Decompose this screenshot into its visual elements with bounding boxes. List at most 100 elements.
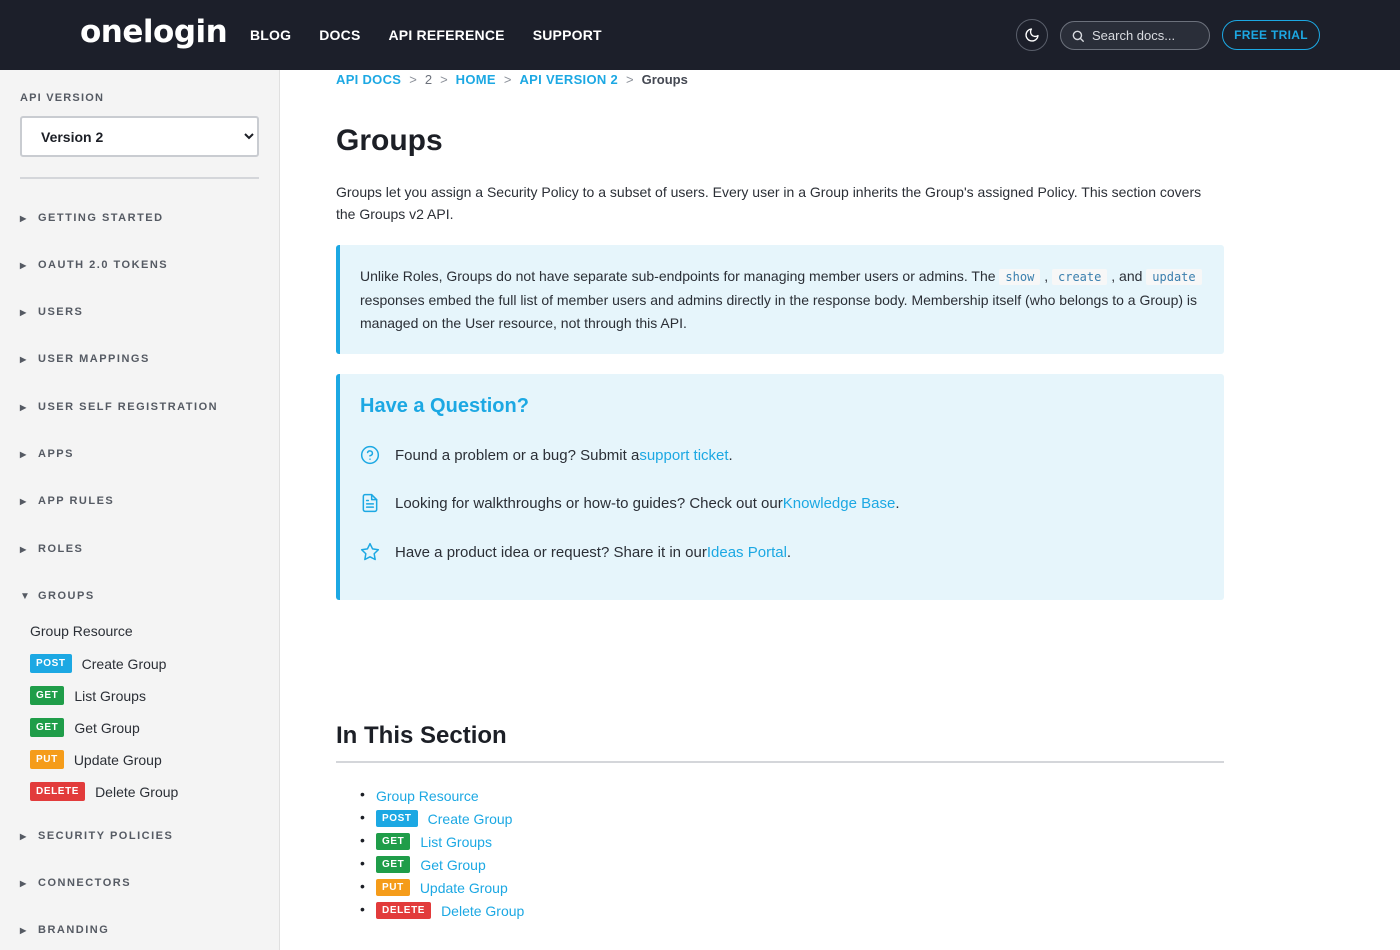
caret-right-icon: ▶	[20, 544, 28, 554]
breadcrumb-separator: >	[409, 72, 417, 87]
sidebar-subitem-delete-group[interactable]: DELETE Delete Group	[30, 782, 178, 801]
list-item: Group Resource	[360, 784, 524, 807]
code-show: show	[999, 269, 1041, 285]
sidebar-subitem-label: Create Group	[81, 655, 167, 672]
sidebar-item-label: USER MAPPINGS	[38, 353, 150, 365]
sidebar-item-label: APP RULES	[38, 495, 115, 507]
sidebar-item-label: GETTING STARTED	[38, 212, 164, 224]
breadcrumb-api-docs[interactable]: API DOCS	[336, 72, 401, 87]
caret-right-icon: ▶	[20, 260, 28, 270]
sidebar-item-label: GROUPS	[38, 590, 95, 602]
list-item: GET List Groups	[360, 830, 524, 853]
sidebar-item-label: USER SELF REGISTRATION	[38, 401, 219, 413]
document-icon	[362, 493, 378, 513]
sidebar-subitem-update-group[interactable]: PUT Update Group	[30, 750, 162, 769]
list-item: DELETE Delete Group	[360, 899, 524, 922]
sidebar-item-label: APPS	[38, 448, 74, 460]
ideas-portal-link[interactable]: Ideas Portal	[707, 544, 787, 561]
api-version-label: API VERSION	[20, 92, 105, 104]
support-ticket-link[interactable]: support ticket	[639, 447, 728, 464]
sidebar-item-apps[interactable]: ▶ APPS	[20, 448, 74, 460]
section-title: In This Section	[336, 722, 507, 749]
sidebar-item-app-rules[interactable]: ▶ APP RULES	[20, 495, 114, 507]
question-text: Have a product idea or request? Share it…	[395, 543, 707, 561]
list-item: GET Get Group	[360, 853, 524, 876]
question-text-end: .	[895, 494, 900, 512]
section-link-create-group[interactable]: Create Group	[428, 811, 513, 827]
page-title: Groups	[336, 124, 443, 157]
sidebar-subitem-group-resource[interactable]: Group Resource	[30, 623, 133, 639]
post-method-badge: POST	[30, 654, 72, 673]
onelogin-logo[interactable]: onelogin	[80, 14, 228, 50]
note-text: Unlike Roles, Groups do not have separat…	[360, 268, 1000, 284]
sidebar-item-user-mappings[interactable]: ▶ USER MAPPINGS	[20, 353, 150, 365]
sidebar-subitem-list-groups[interactable]: GET List Groups	[30, 686, 146, 705]
section-link-group-resource[interactable]: Group Resource	[376, 788, 479, 804]
search-input[interactable]	[1092, 28, 1202, 43]
nav-support[interactable]: SUPPORT	[533, 27, 602, 43]
sidebar-item-connectors[interactable]: ▶ CONNECTORS	[20, 877, 131, 889]
caret-right-icon: ▶	[20, 307, 28, 317]
section-link-get-group[interactable]: Get Group	[420, 857, 485, 873]
put-method-badge: PUT	[376, 879, 410, 896]
get-method-badge: GET	[30, 686, 65, 705]
sidebar-divider	[20, 177, 259, 179]
knowledge-base-link[interactable]: Knowledge Base	[783, 495, 896, 512]
breadcrumb-current: Groups	[641, 72, 688, 87]
note-callout: Unlike Roles, Groups do not have separat…	[336, 245, 1224, 354]
version-select[interactable]: Version 2	[20, 116, 259, 157]
note-separator: ,	[1040, 268, 1052, 284]
question-row-knowledge-base: Looking for walkthroughs or how-to guide…	[360, 493, 900, 513]
list-item: PUT Update Group	[360, 876, 524, 899]
sidebar-item-roles[interactable]: ▶ ROLES	[20, 543, 83, 555]
section-link-update-group[interactable]: Update Group	[420, 880, 508, 896]
question-row-support: Found a problem or a bug? Submit a suppo…	[360, 445, 733, 465]
delete-method-badge: DELETE	[30, 782, 86, 801]
sidebar-subitem-label: Delete Group	[95, 783, 179, 800]
sidebar-item-oauth-tokens[interactable]: ▶ OAUTH 2.0 TOKENS	[20, 259, 168, 271]
main-nav: BLOG DOCS API REFERENCE SUPPORT	[250, 27, 630, 43]
question-text: Found a problem or a bug? Submit a	[395, 446, 640, 464]
breadcrumb-separator: >	[440, 72, 448, 87]
nav-api-reference[interactable]: API REFERENCE	[389, 27, 505, 43]
sidebar-subitem-get-group[interactable]: GET Get Group	[30, 718, 140, 737]
note-separator: , and	[1107, 268, 1147, 284]
theme-toggle-button[interactable]	[1016, 19, 1048, 51]
get-method-badge: GET	[376, 833, 411, 850]
sidebar-subitem-create-group[interactable]: POST Create Group	[30, 654, 166, 673]
sidebar-item-label: USERS	[38, 306, 84, 318]
post-method-badge: POST	[376, 810, 418, 827]
sidebar-item-security-policies[interactable]: ▶ SECURITY POLICIES	[20, 830, 173, 842]
breadcrumb-api-version-2[interactable]: API VERSION 2	[519, 72, 618, 87]
caret-right-icon: ▶	[20, 402, 28, 412]
caret-right-icon: ▶	[20, 449, 28, 459]
question-text-end: .	[786, 543, 792, 561]
sidebar-item-branding[interactable]: ▶ BRANDING	[20, 924, 109, 936]
sidebar-item-label: ROLES	[38, 543, 84, 555]
sidebar-subitem-label: Group Resource	[30, 623, 133, 639]
caret-right-icon: ▶	[20, 831, 28, 841]
search-icon	[1072, 30, 1084, 42]
section-link-list-groups[interactable]: List Groups	[420, 834, 492, 850]
breadcrumb-home[interactable]: HOME	[456, 72, 496, 87]
nav-docs[interactable]: DOCS	[319, 27, 360, 43]
breadcrumb-separator: >	[503, 72, 512, 87]
top-navigation-bar: onelogin BLOG DOCS API REFERENCE SUPPORT…	[0, 0, 1400, 70]
caret-down-icon: ▼	[20, 590, 32, 602]
moon-icon	[1025, 28, 1039, 42]
get-method-badge: GET	[376, 856, 411, 873]
sidebar-item-users[interactable]: ▶ USERS	[20, 306, 83, 318]
help-circle-icon	[360, 445, 380, 465]
sidebar-item-getting-started[interactable]: ▶ GETTING STARTED	[20, 212, 164, 224]
code-update: update	[1146, 269, 1202, 285]
sidebar-item-label: CONNECTORS	[38, 877, 132, 889]
section-link-delete-group[interactable]: Delete Group	[441, 903, 524, 919]
free-trial-button[interactable]: FREE TRIAL	[1222, 20, 1320, 50]
list-item: POST Create Group	[360, 807, 524, 830]
question-callout: Have a Question? Found a problem or a bu…	[336, 374, 1224, 600]
sidebar-item-label: OAUTH 2.0 TOKENS	[38, 259, 169, 271]
sidebar-item-groups[interactable]: ▼ GROUPS	[20, 590, 95, 602]
nav-blog[interactable]: BLOG	[250, 27, 291, 43]
sidebar-item-user-self-registration[interactable]: ▶ USER SELF REGISTRATION	[20, 401, 218, 413]
sidebar: API VERSION Version 2 ▶ GETTING STARTED ▶…	[0, 70, 280, 950]
